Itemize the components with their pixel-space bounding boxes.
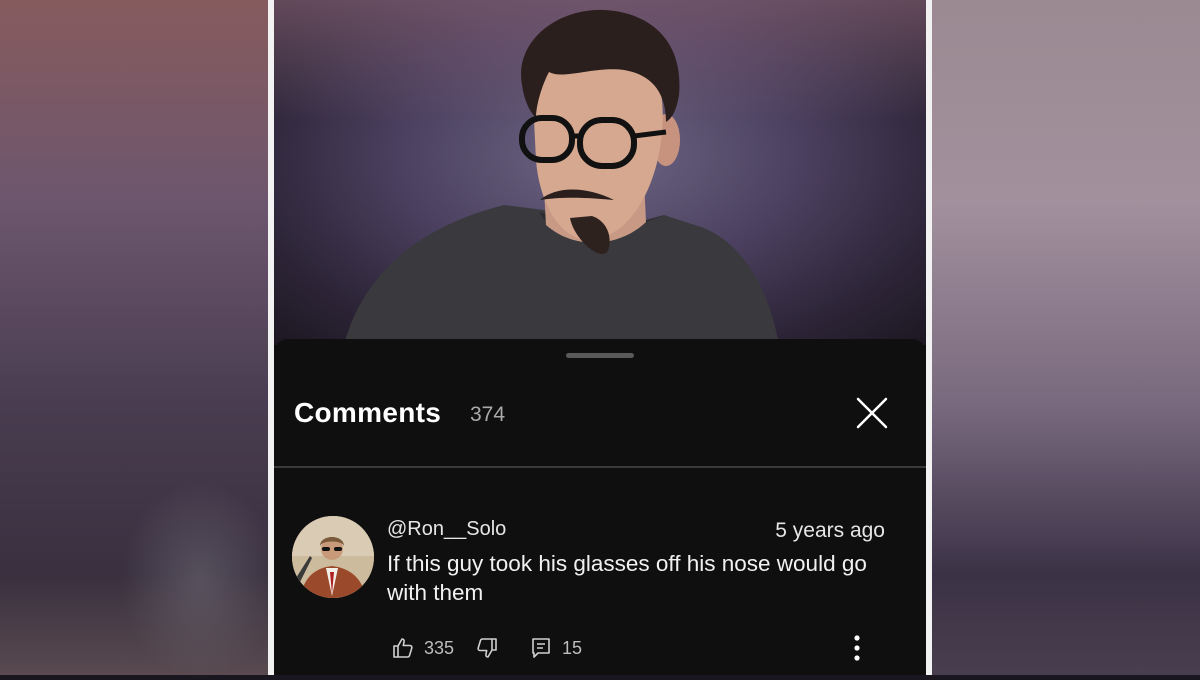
comment-timestamp: 5 years ago [775, 519, 885, 542]
close-icon [856, 397, 888, 429]
header-divider [274, 466, 926, 468]
dislike-button[interactable] [475, 633, 499, 663]
comments-count: 374 [470, 403, 506, 426]
thumbs-down-icon [477, 638, 497, 658]
blurred-background-right [932, 0, 1200, 675]
video-player[interactable] [274, 0, 926, 345]
avatar[interactable] [292, 516, 374, 598]
comments-header: Comments 374 [274, 379, 926, 467]
drag-handle[interactable] [566, 353, 634, 358]
comment-actions: 335 15 [387, 633, 907, 663]
replies-button[interactable]: 15 [529, 633, 582, 663]
blurred-background-left [0, 0, 280, 680]
more-vertical-icon [854, 635, 860, 661]
like-button[interactable]: 335 [391, 633, 454, 663]
comments-title: Comments [294, 397, 442, 428]
video-frame-person [344, 9, 779, 345]
replies-count: 15 [562, 637, 583, 658]
comment-text: If this guy took his glasses off his nos… [387, 551, 867, 605]
more-options-button[interactable] [845, 630, 869, 666]
phone-screen: Comments 374 @Ron__Solo 5 years ago If t… [274, 0, 926, 675]
like-count: 335 [424, 637, 455, 658]
comment-item: @Ron__Solo 5 years ago If this guy took … [274, 509, 926, 675]
comments-sheet: Comments 374 @Ron__Solo 5 years ago If t… [274, 339, 926, 675]
thumbs-up-icon [393, 638, 413, 658]
close-button[interactable] [852, 393, 892, 433]
comment-reply-icon [532, 638, 550, 658]
frame-border-right [926, 0, 932, 675]
comment-username[interactable]: @Ron__Solo [387, 518, 506, 541]
avatar-image [292, 516, 374, 598]
